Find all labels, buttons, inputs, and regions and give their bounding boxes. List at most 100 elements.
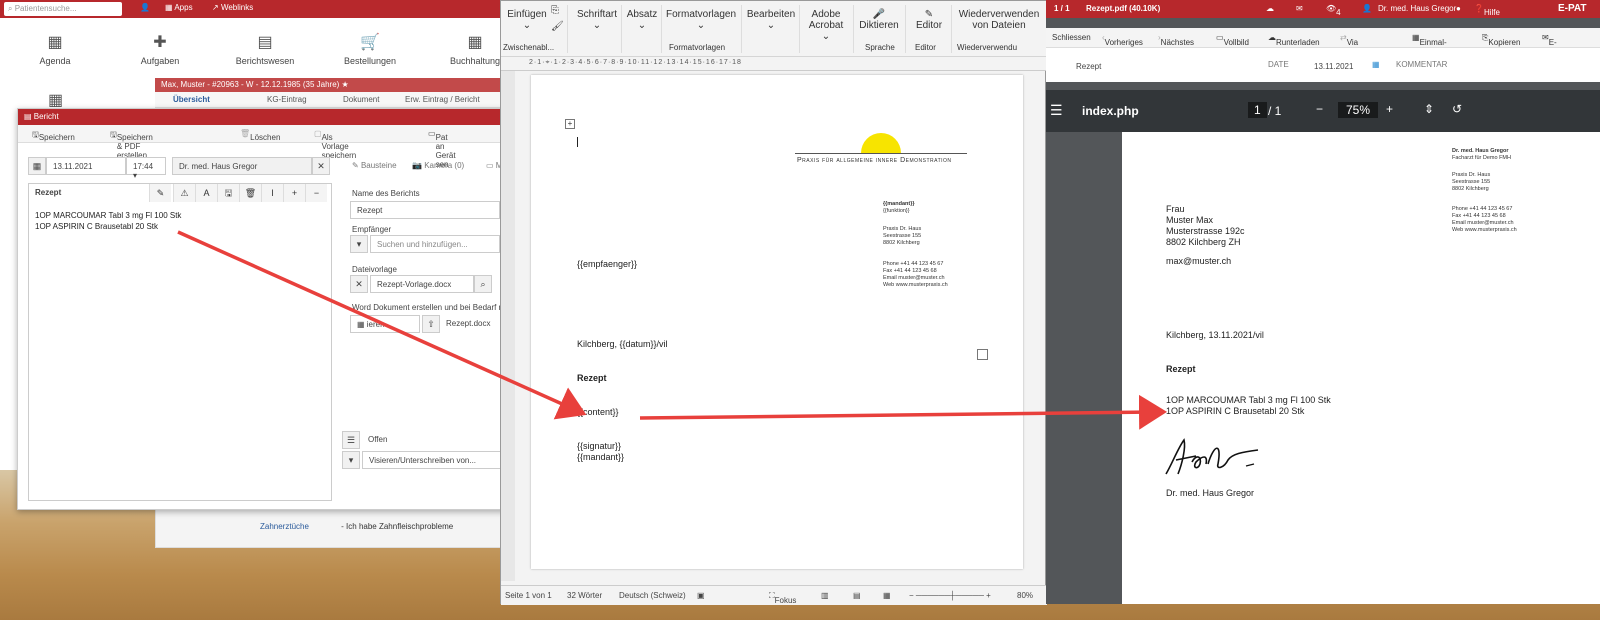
- save-as-template-button[interactable]: ▢ Als Vorlage speichern: [314, 129, 356, 160]
- attach-icon[interactable]: ✎: [149, 184, 171, 202]
- via-connector-button[interactable]: ⇄ Via connector: [1340, 33, 1382, 56]
- eye-icon[interactable]: 👁 4: [1326, 4, 1341, 17]
- sign-input[interactable]: Visieren/Unterschreiben von...: [362, 451, 502, 469]
- print-layout-icon[interactable]: ▤: [853, 591, 861, 600]
- tile-agenda[interactable]: ▦ Agenda: [15, 32, 95, 66]
- styles-button[interactable]: Formatvorlagen ⌄: [665, 9, 737, 31]
- remove-template-button[interactable]: ✕: [350, 275, 368, 293]
- tab-kg-eintrag[interactable]: KG-Eintrag: [267, 95, 307, 104]
- vertical-ruler[interactable]: [501, 71, 515, 581]
- horizontal-ruler[interactable]: 2·1·⌖·1·2·3·4·5·6·7·8·9·10·11·12·13·14·1…: [501, 57, 1047, 71]
- dictate-button[interactable]: 🎤 Diktieren: [857, 9, 901, 31]
- paragraph-button[interactable]: Absatz ⌄: [625, 9, 659, 31]
- weblinks-menu[interactable]: ↗ Weblinks: [212, 3, 253, 12]
- font-icon[interactable]: A: [195, 184, 217, 202]
- trash-icon[interactable]: 🗑: [239, 184, 261, 202]
- zoom-level[interactable]: 80%: [1017, 591, 1033, 600]
- language[interactable]: Deutsch (Schweiz): [619, 591, 686, 600]
- report-editor[interactable]: Rezept ✎ ⚠ A 🖫 🗑 I + − 1OP MARCOUMAR Tab…: [28, 183, 332, 501]
- pdf-doctor-name: Dr. med. Haus Gregor: [1452, 148, 1509, 154]
- zoom-out-icon[interactable]: −: [1316, 102, 1323, 116]
- tile-aufgaben[interactable]: ✚ Aufgaben: [120, 32, 200, 66]
- focus-button[interactable]: ⛶ Fokus: [769, 591, 796, 605]
- zoom-in-icon[interactable]: +: [1386, 102, 1393, 116]
- date-field[interactable]: 13.11.2021: [46, 157, 126, 175]
- zahn-link[interactable]: Zahnerztüche: [260, 522, 309, 531]
- word-page[interactable]: + Praxis für allgemeine innere Demonstra…: [531, 75, 1023, 569]
- calculator-icon[interactable]: ▦: [48, 90, 63, 110]
- tab-erw-eintrag[interactable]: Erw. Eintrag / Bericht: [405, 95, 480, 104]
- edit-button[interactable]: Bearbeiten ⌄: [745, 9, 797, 31]
- send-to-device-button[interactable]: ▭ Pat an Gerät sen: [428, 129, 456, 169]
- font-button[interactable]: Schriftart ⌄: [573, 9, 621, 31]
- email-button[interactable]: ✉ E-Ma: [1542, 33, 1560, 56]
- docx-file-link[interactable]: Rezept.docx: [440, 315, 500, 333]
- minus-icon[interactable]: −: [305, 184, 327, 202]
- prev-button[interactable]: ‹ Vorheriges: [1102, 33, 1143, 47]
- help-link[interactable]: ❓ Hilfe: [1474, 4, 1500, 17]
- word-count[interactable]: 32 Wörter: [567, 591, 602, 600]
- copy-button[interactable]: ⎘ Kopieren: [1482, 33, 1520, 47]
- template-input[interactable]: Rezept-Vorlage.docx: [370, 275, 474, 293]
- fit-page-icon[interactable]: ⇕: [1424, 102, 1434, 116]
- recipient-search-input[interactable]: Suchen und hinzufügen...: [370, 235, 500, 253]
- user-icon[interactable]: 👤: [1362, 4, 1372, 13]
- reuse-files-button[interactable]: Wiederverwenden von Dateien: [953, 9, 1045, 31]
- download-button[interactable]: ☁ Runterladen: [1268, 33, 1320, 47]
- time-select[interactable]: 17:44 ▾: [126, 157, 166, 180]
- save-icon[interactable]: 🖫: [217, 184, 239, 202]
- tile-berichtswesen[interactable]: ▤ Berichtswesen: [225, 32, 305, 66]
- save-pdf-button[interactable]: 🖫 Speichern & PDF erstellen: [110, 129, 153, 160]
- apps-menu[interactable]: ▦ Apps: [165, 3, 193, 12]
- zoom-slider[interactable]: − ──────┼───── +: [909, 591, 991, 600]
- tab-kamera[interactable]: 📷 Kamera (0): [412, 161, 464, 170]
- vertical-scrollbar[interactable]: [1031, 71, 1045, 581]
- tile-bestellungen[interactable]: 🛒 Bestellungen: [330, 32, 410, 66]
- user-plus-icon[interactable]: 👤: [140, 3, 150, 12]
- delete-button[interactable]: 🗑 Löschen: [240, 129, 280, 142]
- menu-icon[interactable]: ☰: [1050, 102, 1063, 119]
- chat-icon[interactable]: ✉: [1296, 4, 1303, 13]
- cloud-icon[interactable]: ☁: [1266, 4, 1274, 13]
- search-template-icon[interactable]: ⌕: [474, 275, 492, 293]
- read-mode-icon[interactable]: ▥: [821, 591, 829, 600]
- warning-icon[interactable]: ⚠: [173, 184, 195, 202]
- zoom-input[interactable]: 75%: [1338, 102, 1379, 118]
- word-create-button[interactable]: ▦ ieren: [350, 315, 420, 333]
- editor-content[interactable]: 1OP MARCOUMAR Tabl 3 mg Fl 100 Stk 1OP A…: [35, 210, 181, 232]
- accessibility-icon[interactable]: ▣: [697, 591, 705, 600]
- one-time-link-button[interactable]: ▦ Einmal-Link: [1412, 33, 1447, 56]
- calendar-icon[interactable]: ▦: [1372, 60, 1380, 69]
- meta-date[interactable]: 13.11.2021: [1314, 62, 1353, 71]
- cursor-icon[interactable]: I: [261, 184, 283, 202]
- sign-dropdown-icon[interactable]: ▾: [342, 451, 360, 469]
- next-button[interactable]: › Nächstes: [1158, 33, 1194, 47]
- upload-icon[interactable]: ⇧: [422, 315, 440, 333]
- tab-uebersicht[interactable]: Übersicht: [173, 95, 210, 104]
- calendar-icon[interactable]: ▦: [28, 157, 46, 175]
- fullscreen-button[interactable]: ▭ Vollbild: [1216, 33, 1249, 47]
- copy-icon[interactable]: ⎘: [551, 5, 559, 16]
- pdf-viewer-bar: ☰ index.php 1 / 1 − 75% + ⇕ ↺: [1046, 90, 1600, 132]
- checkbox[interactable]: [977, 349, 988, 360]
- plus-icon[interactable]: +: [283, 184, 305, 202]
- paste-button[interactable]: Einfügen ⌄: [507, 9, 547, 31]
- tab-dokument[interactable]: Dokument: [343, 95, 379, 104]
- editor-button[interactable]: ✎ Editor: [909, 9, 949, 31]
- rotate-icon[interactable]: ↺: [1452, 102, 1462, 116]
- recipient-dropdown-icon[interactable]: ▾: [350, 235, 368, 253]
- doctor-field[interactable]: Dr. med. Haus Gregor: [172, 157, 312, 175]
- page-number-input[interactable]: 1: [1248, 102, 1267, 118]
- web-layout-icon[interactable]: ▦: [883, 591, 891, 600]
- save-button[interactable]: 🖫 Speichern: [32, 129, 75, 143]
- patient-search-input[interactable]: ⌕ Patientensuche...: [4, 2, 122, 16]
- adobe-acrobat-button[interactable]: Adobe Acrobat ⌄: [801, 9, 851, 42]
- meta-name[interactable]: Rezept: [1076, 62, 1101, 71]
- user-name[interactable]: Dr. med. Haus Gregor: [1378, 4, 1456, 13]
- clear-doctor-button[interactable]: ✕: [312, 157, 330, 175]
- tab-bausteine[interactable]: ✎ Bausteine: [352, 161, 397, 170]
- table-move-icon[interactable]: +: [565, 119, 575, 129]
- format-painter-icon[interactable]: 🖌: [551, 21, 564, 32]
- name-input[interactable]: Rezept: [350, 201, 500, 219]
- close-button[interactable]: Schliessen: [1052, 33, 1091, 42]
